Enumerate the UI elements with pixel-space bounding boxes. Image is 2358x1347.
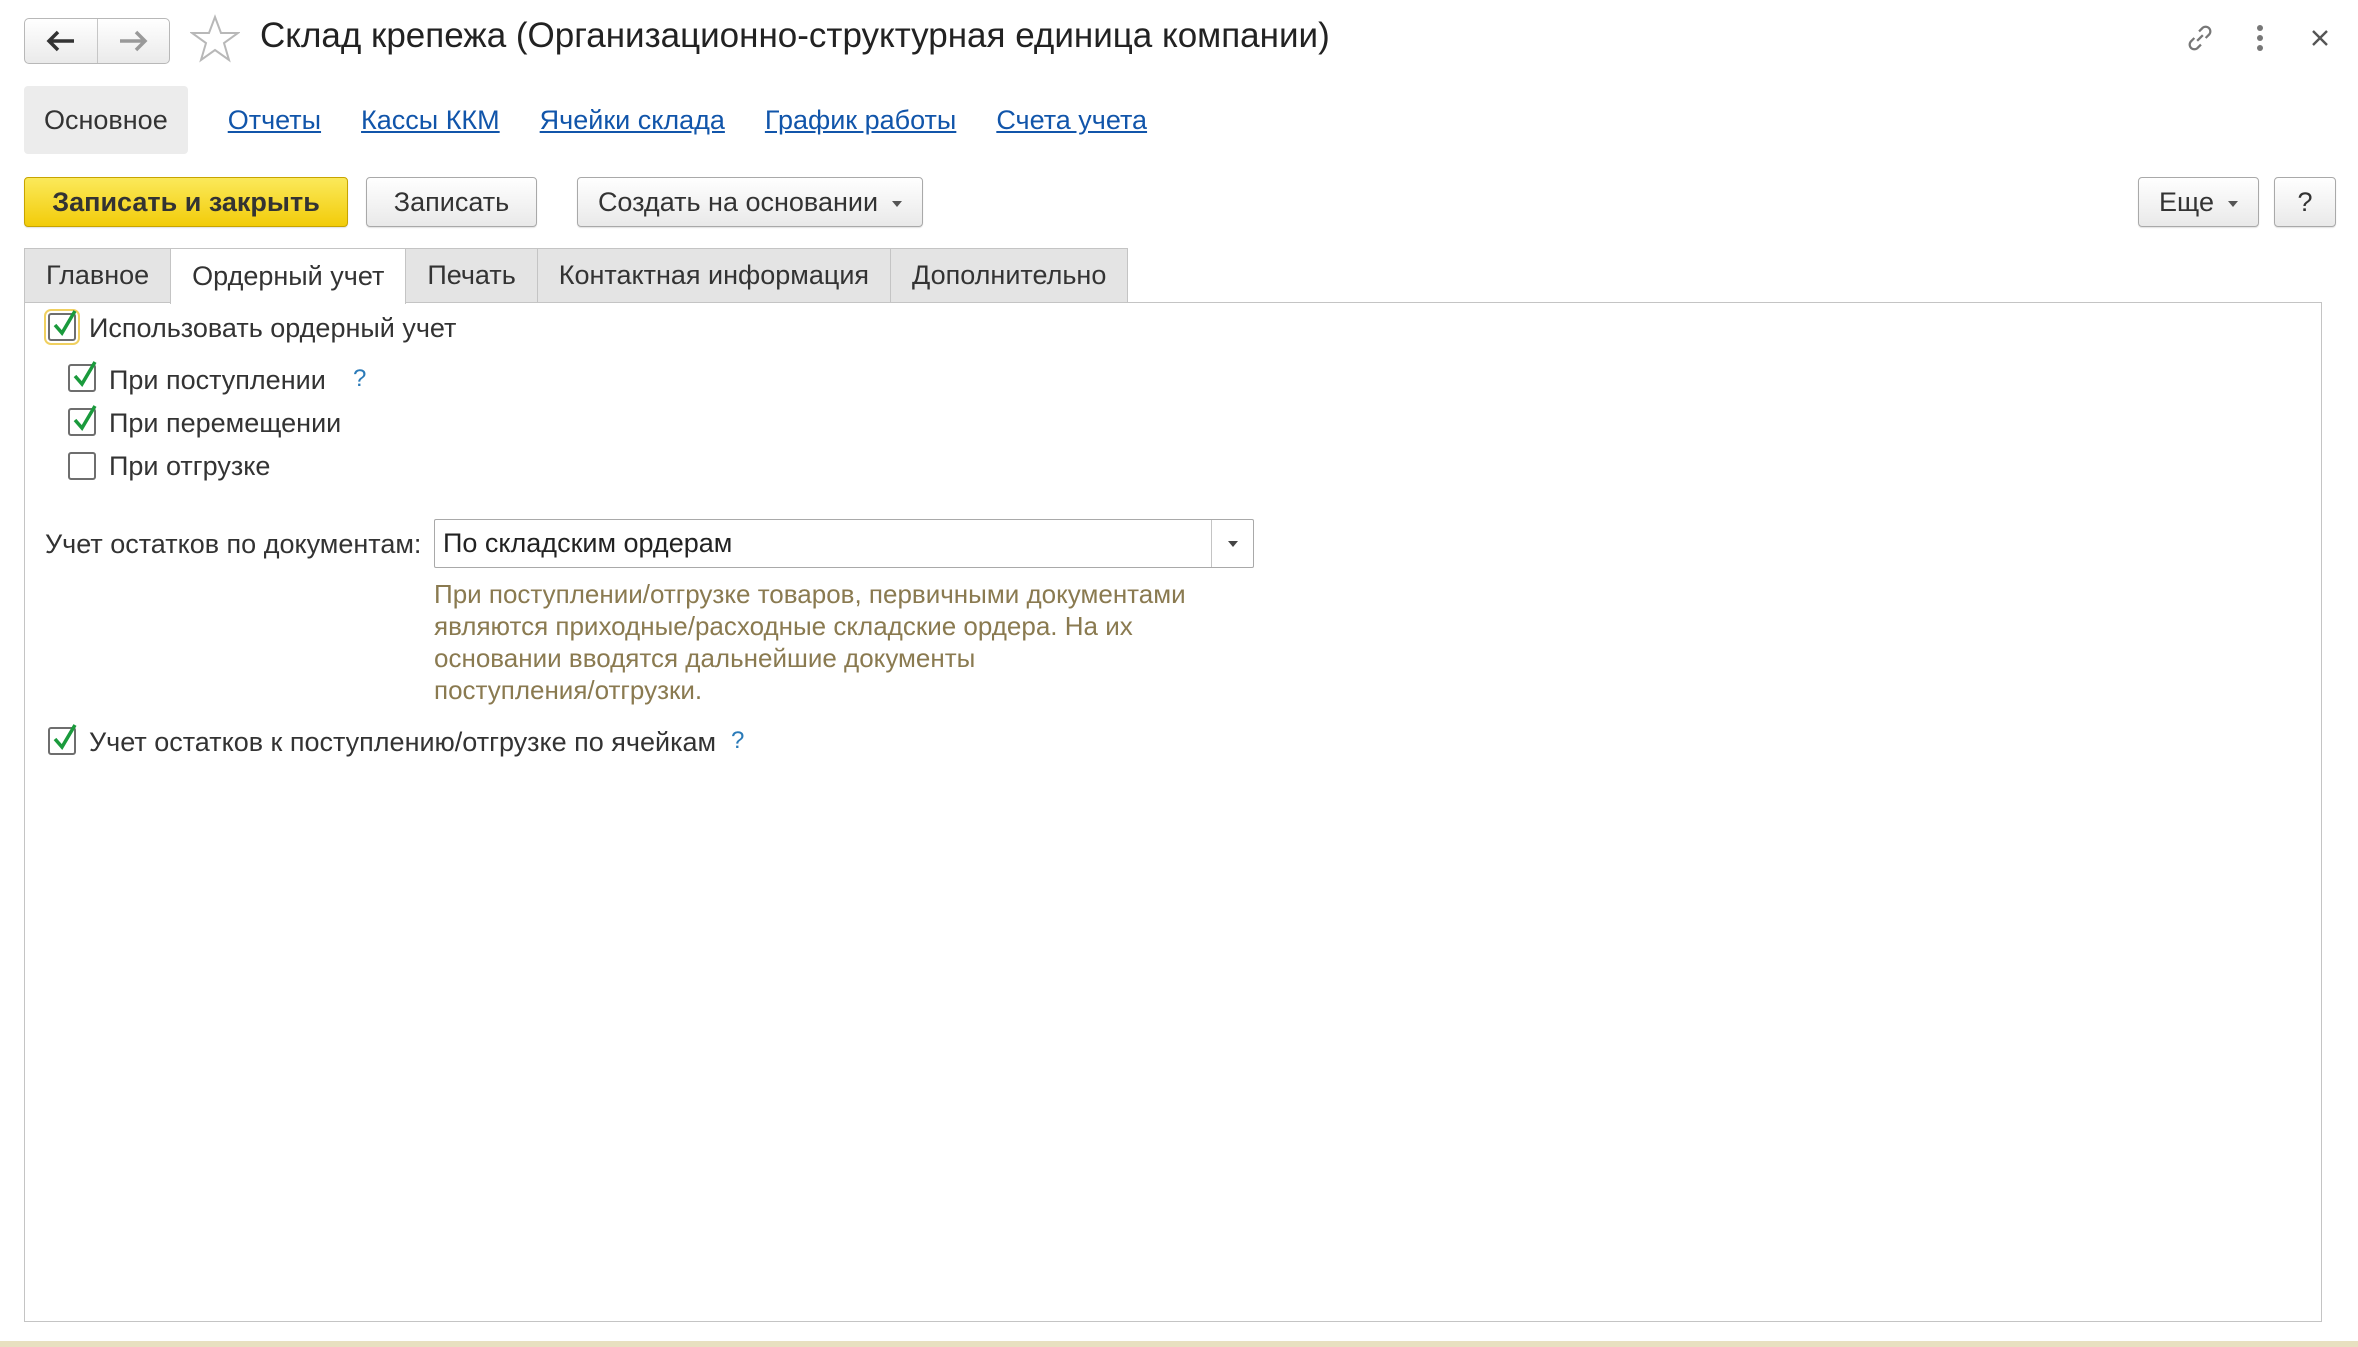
- chevron-down-icon: [1227, 540, 1238, 547]
- on-move-checkbox[interactable]: [68, 405, 97, 436]
- tab-order-accounting[interactable]: Ордерный учет: [170, 248, 407, 304]
- use-order-label: Использовать ордерный учет: [89, 313, 457, 343]
- on-receipt-checkbox[interactable]: [68, 361, 97, 392]
- save-and-close-button[interactable]: Записать и закрыть: [24, 177, 348, 227]
- hint-line: поступления/отгрузки.: [434, 675, 703, 705]
- more-vertical-icon[interactable]: [2244, 22, 2276, 54]
- link-work-schedule[interactable]: График работы: [765, 105, 956, 136]
- save-label: Записать: [393, 186, 510, 217]
- window-icons: [2184, 22, 2336, 54]
- nav-buttons: [24, 18, 170, 64]
- on-shipment-label: При отгрузке: [109, 451, 271, 481]
- link-accounts[interactable]: Счета учета: [996, 105, 1147, 136]
- create-based-on-label: Создать на основании: [597, 186, 879, 217]
- cells-help-icon[interactable]: ?: [731, 727, 744, 755]
- balance-select[interactable]: По складским ордерам: [434, 519, 1254, 568]
- tab-strip: Главное Ордерный учет Печать Контактная …: [24, 248, 1129, 304]
- balance-hint: При поступлении/отгрузке товаров, первич…: [434, 578, 1264, 706]
- command-bar: Записать и закрыть Записать Создать на о…: [24, 177, 2336, 229]
- link-warehouse-cells[interactable]: Ячейки склада: [540, 105, 725, 136]
- arrow-left-icon: [46, 30, 74, 52]
- more-label: Еще: [2159, 186, 2214, 217]
- section-link-bar: Основное Отчеты Кассы ККМ Ячейки склада …: [24, 86, 1147, 154]
- hint-line: являются приходные/расходные складские о…: [434, 611, 1133, 641]
- chevron-down-icon: [2227, 200, 2238, 207]
- tab-additional[interactable]: Дополнительно: [890, 248, 1129, 302]
- tab-panel: [24, 302, 2322, 1322]
- on-shipment-checkbox[interactable]: [68, 452, 96, 480]
- arrow-right-icon: [120, 30, 148, 52]
- favorite-star-icon[interactable]: [190, 14, 240, 64]
- checkmark-icon: [73, 361, 97, 387]
- on-receipt-help-icon[interactable]: ?: [353, 365, 366, 393]
- hint-line: При поступлении/отгрузке товаров, первич…: [434, 579, 1186, 609]
- cells-checkbox[interactable]: [48, 724, 77, 755]
- save-and-close-label: Записать и закрыть: [52, 186, 320, 217]
- balance-value: По складским ордерам: [443, 528, 733, 558]
- checkmark-icon: [73, 405, 97, 431]
- window-bottom-border: [0, 1341, 2358, 1347]
- help-button[interactable]: ?: [2274, 177, 2336, 227]
- use-order-checkbox[interactable]: [44, 309, 80, 345]
- link-cash-registers[interactable]: Кассы ККМ: [361, 105, 500, 136]
- link-reports[interactable]: Отчеты: [228, 105, 321, 136]
- help-label: ?: [2297, 186, 2313, 217]
- window-title: Склад крепежа (Организационно-структурна…: [260, 16, 1330, 55]
- on-receipt-label: При поступлении: [109, 365, 326, 395]
- tab-main[interactable]: Главное: [24, 248, 172, 302]
- tab-print[interactable]: Печать: [405, 248, 538, 302]
- dropdown-button[interactable]: [1211, 520, 1253, 567]
- more-button[interactable]: Еще: [2138, 177, 2259, 227]
- checkmark-icon: [53, 724, 77, 750]
- on-move-label: При перемещении: [109, 408, 342, 438]
- cells-label: Учет остатков к поступлению/отгрузке по …: [89, 727, 717, 757]
- balance-label: Учет остатков по документам:: [45, 529, 422, 559]
- link-icon[interactable]: [2184, 22, 2216, 54]
- back-button[interactable]: [25, 19, 97, 63]
- create-based-on-button[interactable]: Создать на основании: [577, 177, 923, 227]
- hint-line: основании вводятся дальнейшие документы: [434, 643, 976, 673]
- checkmark-icon: [53, 310, 77, 336]
- close-icon[interactable]: [2304, 22, 2336, 54]
- forward-button[interactable]: [96, 19, 170, 63]
- link-main-active[interactable]: Основное: [24, 86, 188, 154]
- save-button[interactable]: Записать: [366, 177, 537, 227]
- tab-contact-info[interactable]: Контактная информация: [536, 248, 892, 302]
- chevron-down-icon: [892, 200, 903, 207]
